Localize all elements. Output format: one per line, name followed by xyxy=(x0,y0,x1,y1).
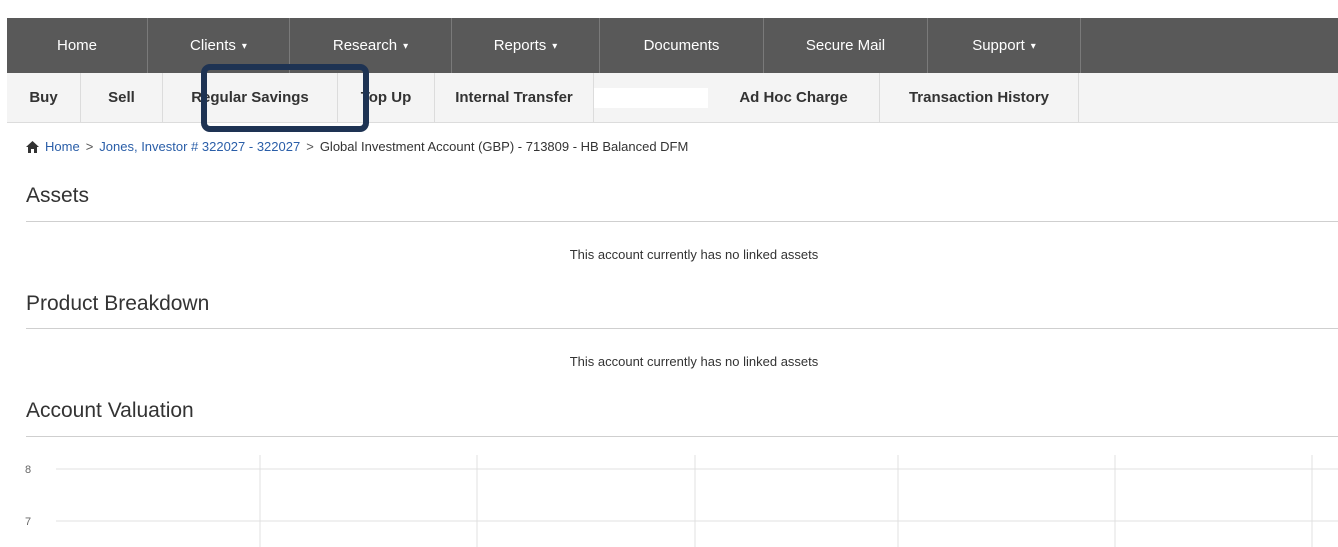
breadcrumb-current: Global Investment Account (GBP) - 713809… xyxy=(319,139,689,154)
top-nav-support[interactable]: Support ▾ xyxy=(928,18,1081,73)
caret-down-icon: ▾ xyxy=(241,41,247,52)
assets-heading: Assets xyxy=(26,184,90,207)
sub-nav-ad-hoc-charge[interactable]: Ad Hoc Charge xyxy=(708,73,880,122)
caret-down-icon: ▾ xyxy=(552,41,558,52)
breadcrumb-client-link[interactable]: Jones, Investor # 322027 - 322027 xyxy=(99,139,300,154)
breadcrumb: Home > Jones, Investor # 322027 - 322027… xyxy=(26,139,688,154)
sub-nav-regular-savings[interactable]: Regular Savings xyxy=(163,73,338,122)
top-nav-filler xyxy=(1081,18,1338,73)
top-nav-label: Home xyxy=(56,37,97,54)
top-nav-label: Reports xyxy=(493,37,547,54)
breadcrumb-home-link[interactable]: Home xyxy=(45,139,80,154)
account-valuation-chart: 87 xyxy=(20,455,1338,547)
top-nav-documents[interactable]: Documents xyxy=(600,18,764,73)
top-nav-label: Secure Mail xyxy=(805,37,886,54)
home-icon xyxy=(26,140,39,153)
top-nav-label: Documents xyxy=(643,37,720,54)
product-breakdown-divider xyxy=(26,328,1338,329)
sub-nav-top-up[interactable]: Top Up xyxy=(338,73,435,122)
breadcrumb-separator: > xyxy=(306,139,314,154)
sub-nav-internal-transfer[interactable]: Internal Transfer xyxy=(435,73,594,122)
sub-nav-buy[interactable]: Buy xyxy=(7,73,81,122)
sub-nav-sell[interactable]: Sell xyxy=(81,73,163,122)
assets-divider xyxy=(26,221,1338,222)
top-nav-reports[interactable]: Reports ▾ xyxy=(452,18,600,73)
y-tick-label: 7 xyxy=(25,516,31,528)
top-navigation: Home Clients ▾ Research ▾ Reports ▾ Documents Se… xyxy=(7,18,1338,73)
sub-nav-redacted xyxy=(594,88,708,108)
top-nav-label: Research xyxy=(332,37,398,54)
top-nav-secure-mail[interactable]: Secure Mail xyxy=(764,18,928,73)
valuation-chart-svg: 87 xyxy=(25,455,1338,547)
top-nav-research[interactable]: Research ▾ xyxy=(290,18,452,73)
top-nav-label: Clients xyxy=(190,37,236,54)
breadcrumb-separator: > xyxy=(85,139,94,154)
account-valuation-divider xyxy=(26,436,1338,437)
caret-down-icon: ▾ xyxy=(403,41,409,52)
product-breakdown-empty-message: This account currently has no linked ass… xyxy=(569,354,819,369)
top-nav-home[interactable]: Home xyxy=(7,18,148,73)
assets-empty-message: This account currently has no linked ass… xyxy=(569,247,819,262)
caret-down-icon: ▾ xyxy=(1030,41,1036,52)
sub-nav-transaction-history[interactable]: Transaction History xyxy=(880,73,1079,122)
top-nav-label: Support xyxy=(972,37,1025,54)
account-actions-navigation: Buy Sell Regular Savings Top Up Internal Tra… xyxy=(7,73,1338,123)
top-nav-clients[interactable]: Clients ▾ xyxy=(148,18,290,73)
product-breakdown-heading: Product Breakdown xyxy=(26,292,210,315)
account-valuation-heading: Account Valuation xyxy=(26,399,194,422)
y-tick-label: 8 xyxy=(25,464,31,476)
